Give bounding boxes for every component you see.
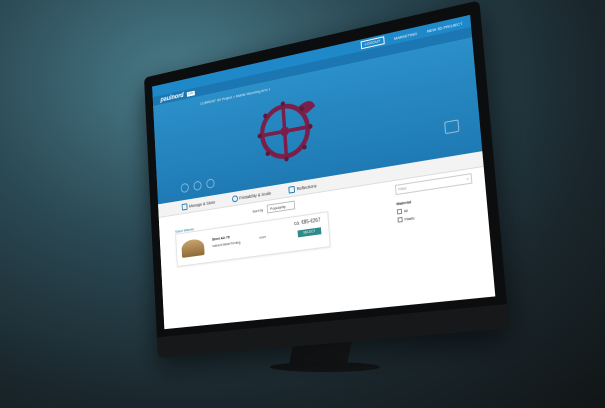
monitor-stand-base bbox=[270, 362, 380, 372]
viewer-controls bbox=[180, 178, 215, 194]
tab-label: Manage & Store bbox=[188, 199, 216, 209]
filter-option-label: Plastic bbox=[404, 215, 415, 222]
marketing-link[interactable]: MARKETING bbox=[394, 30, 418, 40]
material-name: Steel A2-70 bbox=[211, 234, 230, 242]
view-cube-icon[interactable] bbox=[444, 119, 460, 135]
material-info-link[interactable]: more bbox=[259, 235, 266, 240]
tab-manage-store[interactable]: Manage & Store bbox=[181, 198, 216, 211]
tab-label: Reflections bbox=[296, 182, 317, 191]
screen: LOGOUT MARKETING NEW 3D PROJECT paulnord… bbox=[152, 14, 496, 330]
currency-flag[interactable]: EUR bbox=[186, 90, 195, 97]
clear-icon[interactable]: x bbox=[466, 175, 469, 184]
box-icon bbox=[181, 202, 188, 211]
filter-option-label: All bbox=[403, 208, 408, 214]
material-process: Indirect Metal Printing bbox=[212, 240, 241, 249]
monitor-frame: LOGOUT MARKETING NEW 3D PROJECT paulnord… bbox=[144, 0, 510, 358]
select-button[interactable]: SELECT bbox=[297, 227, 322, 238]
pan-icon[interactable] bbox=[193, 180, 202, 192]
tab-reflections[interactable]: Reflections bbox=[288, 182, 317, 194]
tab-label: Printability & Scale bbox=[239, 190, 272, 201]
3d-part-model[interactable] bbox=[248, 84, 323, 173]
sort-label: Sort by bbox=[252, 207, 264, 214]
expand-icon bbox=[288, 185, 296, 194]
zoom-icon[interactable] bbox=[206, 178, 215, 189]
rotate-icon[interactable] bbox=[180, 182, 189, 194]
search-icon bbox=[231, 194, 238, 203]
checkbox[interactable] bbox=[396, 208, 403, 215]
checkbox[interactable] bbox=[397, 216, 403, 223]
material-price: ca. €85-€267 bbox=[294, 217, 321, 228]
filter-placeholder: Filter bbox=[397, 185, 408, 192]
filter-panel: Filter x Material All Plastic bbox=[394, 173, 475, 223]
scene: LOGOUT MARKETING NEW 3D PROJECT paulnord… bbox=[0, 0, 605, 408]
material-thumbnail bbox=[181, 238, 205, 258]
